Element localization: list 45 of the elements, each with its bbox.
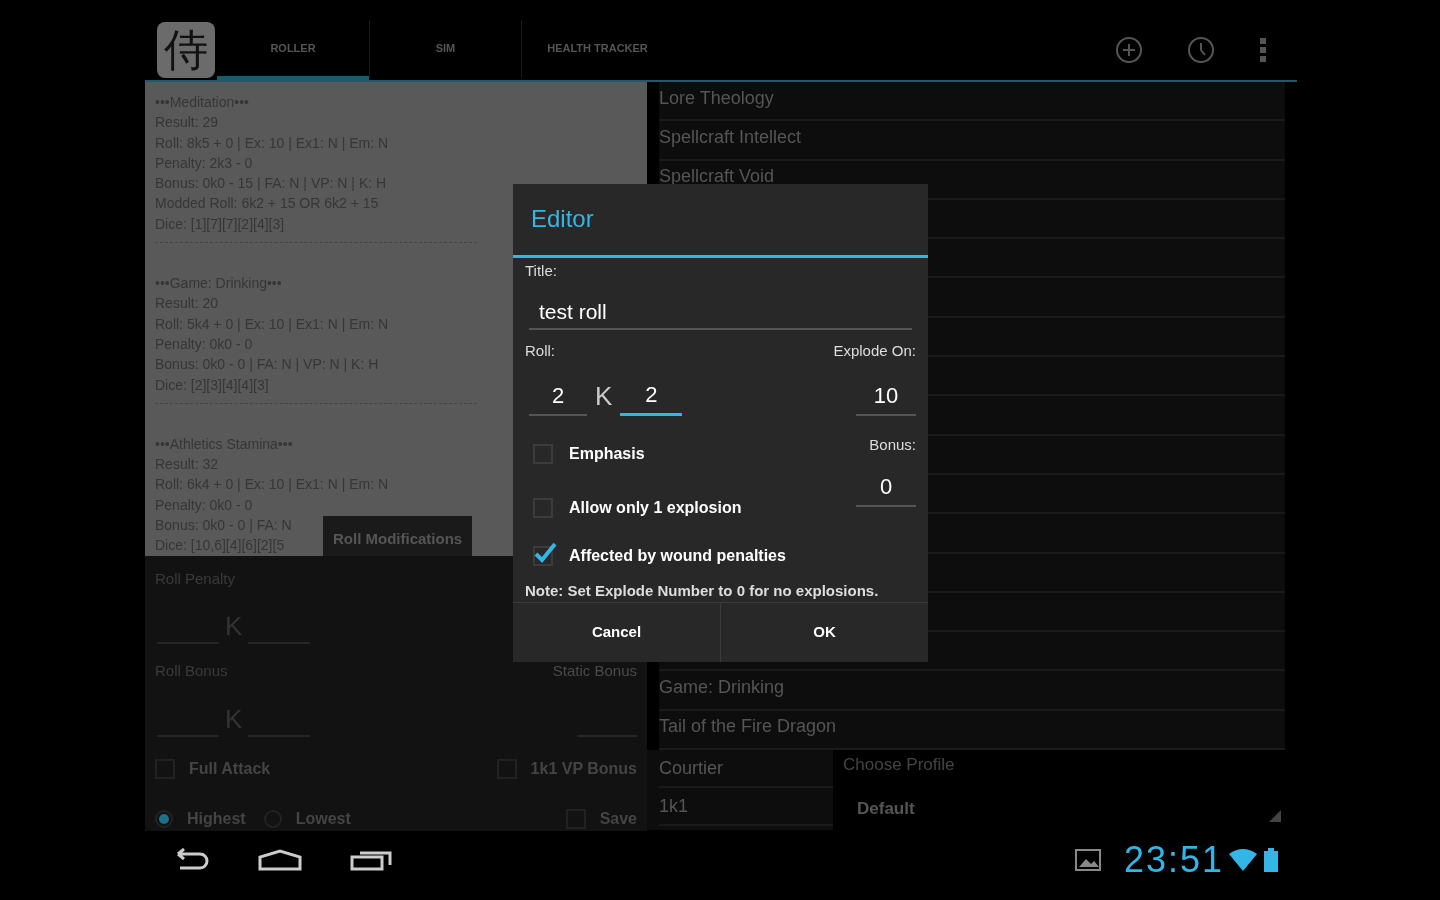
wifi-icon <box>1228 848 1258 872</box>
app-logo: 侍 <box>157 22 215 78</box>
dialog-button[interactable]: Cancel <box>513 603 720 662</box>
checkbox-label: Allow only 1 explosion <box>569 497 742 518</box>
checkbox-label: Emphasis <box>569 443 645 464</box>
tab[interactable]: SIM <box>369 20 521 80</box>
list-row[interactable]: Game: Drinking <box>659 671 1285 711</box>
list-item-text: 1k1 <box>659 794 689 818</box>
list-row[interactable]: Lore Theology <box>659 82 1285 122</box>
k-label: K <box>595 379 613 413</box>
clock-time: 23:51 <box>1123 838 1224 882</box>
list-row[interactable]: Tail of the Fire Dragon <box>659 710 1285 751</box>
battery-icon <box>1264 848 1278 872</box>
field-label: Explode On: <box>833 341 916 362</box>
dice-field[interactable]: 2 <box>529 378 587 416</box>
overflow-menu-icon[interactable] <box>1259 37 1267 63</box>
list-item-text: Game: Drinking <box>659 677 785 698</box>
profile-label: Choose Profile <box>843 754 956 777</box>
field-label: Static Bonus <box>552 661 637 682</box>
checkbox-label: Affected by wound penalties <box>569 545 786 566</box>
list-item-text: Spellcraft Void <box>659 166 775 187</box>
add-icon[interactable] <box>1115 36 1143 64</box>
field-label: Bonus: <box>869 434 916 455</box>
dialog-title: Editor <box>531 204 594 235</box>
list-row[interactable]: Spellcraft Intellect <box>659 121 1285 161</box>
note-text: Note: Set Explode Number to 0 for no explosions. <box>525 580 880 601</box>
home-icon[interactable] <box>258 849 302 871</box>
list-item-text: Tail of the Fire Dragon <box>659 716 837 737</box>
clock-icon[interactable] <box>1187 36 1215 64</box>
title-field[interactable]: test roll <box>529 296 912 331</box>
dialog-button[interactable]: OK <box>720 603 928 662</box>
list-item-text: Lore Theology <box>659 87 774 108</box>
field-label: Roll: <box>525 341 555 362</box>
recent-apps-icon[interactable] <box>350 849 392 871</box>
gallery-icon <box>1073 848 1102 872</box>
keep-field[interactable]: 2 <box>620 377 683 416</box>
spinner-corner-icon <box>1269 810 1281 822</box>
explode-field[interactable]: 10 <box>856 378 916 416</box>
list-item-text: Courtier <box>659 756 724 780</box>
bonus-field[interactable]: 0 <box>856 470 916 508</box>
profile-value: Default <box>857 797 915 820</box>
radio-button[interactable] <box>155 809 173 828</box>
field-label: Title: <box>525 260 558 281</box>
tab[interactable]: HEALTH TRACKER <box>521 20 673 80</box>
list-item-text: Spellcraft Intellect <box>659 126 802 147</box>
